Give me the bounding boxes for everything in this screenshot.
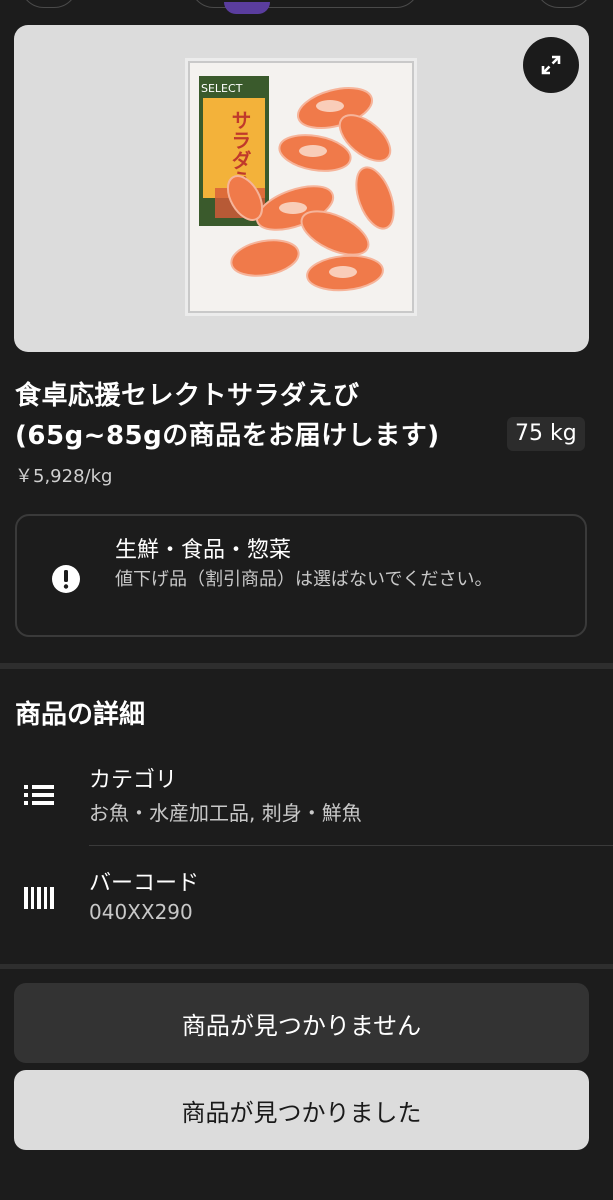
notice-title: 生鮮・食品・惣菜 xyxy=(115,538,292,563)
product-name: 食卓応援セレクトサラダえび(65g~85gの商品をお届けします) xyxy=(15,381,440,451)
barcode-label: バーコード xyxy=(89,871,200,896)
category-value: お魚・水産加工品, 刺身・鮮魚 xyxy=(89,801,362,825)
svg-text:SELECT: SELECT xyxy=(201,82,243,95)
barcode-value: 040XX290 xyxy=(89,900,193,924)
expand-icon xyxy=(541,55,561,75)
expand-image-button[interactable] xyxy=(523,37,579,93)
details-section-title: 商品の詳細 xyxy=(15,700,146,730)
product-image-card: SELECT サラダえび xyxy=(14,25,589,352)
alert-circle-icon xyxy=(52,565,80,593)
section-divider xyxy=(0,663,613,669)
list-icon xyxy=(24,785,54,805)
product-detail-screen: SELECT サラダえび 食卓応援セレクトサラダえび(65g~85gの商品をお届… xyxy=(0,0,613,1200)
barcode-icon xyxy=(24,887,54,909)
notice-body: 値下げ品（割引商品）は選ばないでください。 xyxy=(115,569,493,590)
category-label: カテゴリ xyxy=(89,768,178,793)
row-divider xyxy=(89,845,613,846)
nav-indicator xyxy=(224,2,270,14)
item-not-found-button[interactable]: 商品が見つかりません xyxy=(14,983,589,1063)
unit-price: ￥5,928/kg xyxy=(15,466,113,487)
item-found-button[interactable]: 商品が見つかりました xyxy=(14,1070,589,1150)
back-button[interactable] xyxy=(20,0,78,8)
section-divider xyxy=(0,964,613,969)
product-image[interactable]: SELECT サラダえび xyxy=(185,58,417,316)
notice-card: 生鮮・食品・惣菜 値下げ品（割引商品）は選ばないでください。 xyxy=(15,514,587,637)
top-nav xyxy=(0,0,613,14)
weight-badge: 75 kg xyxy=(507,417,585,451)
menu-button[interactable] xyxy=(535,0,593,8)
